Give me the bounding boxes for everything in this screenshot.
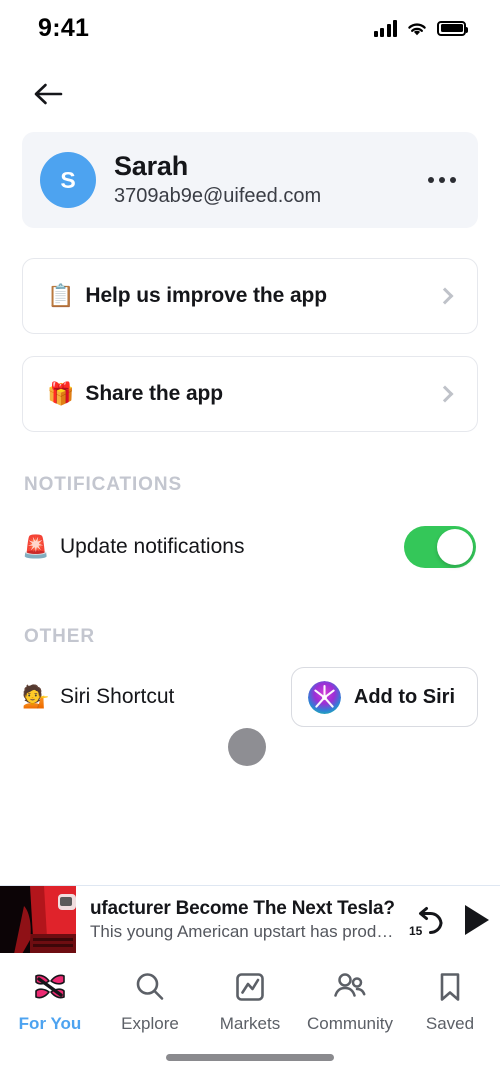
home-indicator [166,1054,334,1061]
help-improve-app-row[interactable]: 📋 Help us improve the app [22,258,478,334]
update-notifications-row[interactable]: 🚨 Update notifications [22,510,478,584]
cellular-bars-icon [373,19,397,37]
avatar: S [40,152,96,208]
chart-icon [233,967,267,1007]
update-notifications-toggle[interactable] [404,526,476,568]
siren-icon: 🚨 [22,534,50,559]
player-title: ufacturer Become The Next Tesla? [90,897,395,919]
profile-email: 3709ab9e@uifeed.com [114,184,322,207]
siri-orb-icon [307,680,341,714]
rewind-15-button[interactable]: 15 [408,897,454,943]
tab-markets[interactable]: Markets [200,967,300,1034]
phone-screen: 9:41 S Sarah 3709ab9e@uifeed.com 📋 Help … [0,0,500,1080]
nav-bar [0,56,500,132]
search-icon [133,967,167,1007]
toggle-knob [437,529,473,565]
profile-more-button[interactable] [426,167,458,193]
back-arrow-icon [34,83,63,105]
tab-community[interactable]: Community [300,967,400,1034]
settings-content: S Sarah 3709ab9e@uifeed.com 📋 Help us im… [0,132,500,740]
red-car-thumbnail [0,885,76,954]
mini-player[interactable]: ufacturer Become The Next Tesla? This yo… [0,885,500,954]
chevron-right-icon [436,385,454,403]
people-icon [332,967,368,1007]
tab-for-you-label: For You [18,1014,82,1033]
add-to-siri-label: Add to Siri [353,685,455,708]
profile-name: Sarah [114,151,189,182]
siri-shortcut-label: Siri Shortcut [60,685,175,708]
tab-markets-label: Markets [219,1014,281,1033]
update-notifications-label: Update notifications [60,535,245,558]
gift-icon: 🎁 [47,381,75,406]
player-subtitle: This young American upstart has produ... [90,921,398,941]
pinwheel-icon [31,967,69,1007]
cursor-indicator [228,728,266,766]
status-bar: 9:41 [0,0,500,56]
bookmark-icon [433,967,467,1007]
profile-info: Sarah 3709ab9e@uifeed.com [114,151,426,208]
siri-shortcut-row: 💁 Siri Shortcut Add to Siri [22,654,478,740]
tab-saved-label: Saved [425,1014,475,1033]
other-section-header: OTHER [24,626,95,647]
tab-explore-label: Explore [121,1014,179,1033]
status-indicators [373,19,468,37]
play-icon [465,904,489,935]
person-tipping-hand-icon: 💁 [22,684,50,709]
clipboard-icon: 📋 [47,283,75,308]
wifi-icon [406,20,428,37]
add-to-siri-button[interactable]: Add to Siri [290,667,478,727]
player-text: ufacturer Become The Next Tesla? This yo… [76,898,408,942]
play-button[interactable] [454,897,500,943]
back-button[interactable] [28,73,70,115]
notifications-section-header: NOTIFICATIONS [24,474,183,495]
help-improve-app-label: Help us improve the app [85,284,327,307]
share-app-label: Share the app [85,382,223,405]
tab-for-you[interactable]: For You [0,967,100,1034]
tab-explore[interactable]: Explore [100,967,200,1034]
tab-community-label: Community [307,1014,393,1033]
profile-card[interactable]: S Sarah 3709ab9e@uifeed.com [22,132,478,228]
chevron-right-icon [436,287,454,305]
tab-saved[interactable]: Saved [400,967,500,1034]
battery-full-icon [437,20,468,36]
share-app-row[interactable]: 🎁 Share the app [22,356,478,432]
status-time: 9:41 [38,13,90,42]
rewind-seconds-label: 15 [409,923,423,938]
